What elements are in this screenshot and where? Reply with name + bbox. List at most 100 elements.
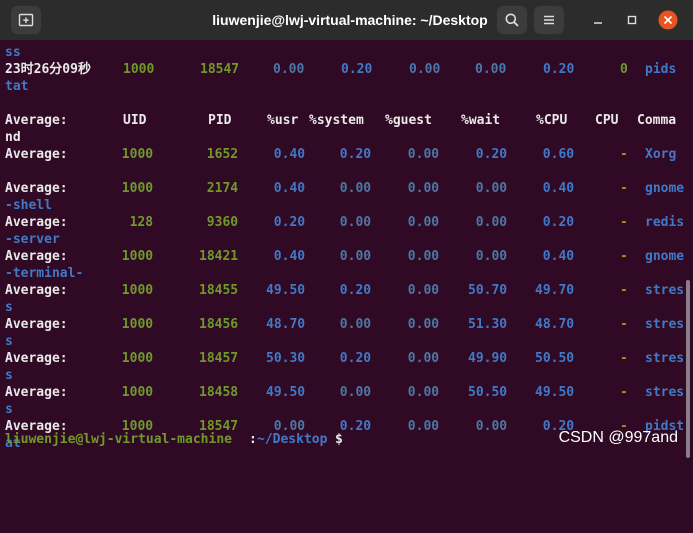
minimize-icon [592, 14, 604, 26]
wait-cell: 0.00 [476, 214, 507, 231]
label-cell: Average: [5, 214, 68, 231]
header-guest: %guest [385, 112, 432, 129]
maximize-icon [626, 14, 638, 26]
guest-cell: 0.00 [408, 418, 439, 435]
system-cell: 0.00 [340, 316, 371, 333]
wait-cell: 0.00 [476, 418, 507, 435]
pid-cell: 18455 [199, 282, 238, 299]
wait-cell: 50.70 [468, 282, 507, 299]
system-cell: 0.20 [340, 146, 371, 163]
wait-cell: 49.90 [468, 350, 507, 367]
guest-cell: 0.00 [409, 61, 440, 78]
search-button[interactable] [497, 6, 527, 34]
new-tab-button[interactable] [11, 6, 41, 34]
wait-cell: 0.00 [475, 61, 506, 78]
usr-cell: 48.70 [266, 316, 305, 333]
uid-cell: 1000 [122, 350, 153, 367]
cpupct-cell: 50.50 [535, 350, 574, 367]
pid-cell: 18421 [199, 248, 238, 265]
close-button[interactable] [656, 8, 680, 32]
cpu-cell: - [620, 146, 628, 163]
wait-cell: 0.00 [476, 248, 507, 265]
command-continuation-text: -shell [5, 197, 52, 214]
wrapped-text: tat [5, 78, 28, 95]
table-row: Average:10001845750.300.200.0049.9050.50… [5, 350, 693, 367]
uid-cell: 1000 [122, 282, 153, 299]
terminal-area[interactable]: ss 23时26分09秒 1000 18547 0.00 0.20 0.00 0… [0, 40, 693, 455]
wait-cell: 51.30 [468, 316, 507, 333]
command-continuation-text: s [5, 299, 13, 316]
label-cell: Average: [5, 316, 68, 333]
new-tab-icon [18, 12, 34, 28]
cpu-cell: - [620, 180, 628, 197]
label-cell: Average: [5, 180, 68, 197]
table-row: Average:10001845849.500.000.0050.5049.50… [5, 384, 693, 401]
table-row: Average:100021740.400.000.000.000.40-gno… [5, 180, 693, 197]
maximize-button[interactable] [620, 8, 644, 32]
prompt-symbol: $ [335, 431, 343, 448]
cpupct-cell: 0.40 [543, 180, 574, 197]
command-continuation-text: s [5, 367, 13, 384]
header-wait: %wait [461, 112, 500, 129]
guest-cell: 0.00 [408, 180, 439, 197]
prompt-separator: : [249, 431, 257, 448]
hamburger-icon [541, 12, 557, 28]
cpupct-cell: 49.70 [535, 282, 574, 299]
guest-cell: 0.00 [408, 248, 439, 265]
command-prompt[interactable]: liuwenjie@lwj-virtual-machine : ~/Deskto… [5, 431, 36, 448]
cpupct-cell: 48.70 [535, 316, 574, 333]
pid-cell: 9360 [207, 214, 238, 231]
uid-cell: 1000 [122, 248, 153, 265]
usr-cell: 0.20 [274, 214, 305, 231]
header-command: Comma [637, 112, 676, 129]
command-continuation-text: -server [5, 231, 60, 248]
wrapped-text: ss [5, 44, 21, 61]
usr-cell: 0.40 [274, 180, 305, 197]
usr-cell: 0.40 [274, 248, 305, 265]
uid-cell: 128 [130, 214, 153, 231]
prompt-user-host: liuwenjie@lwj-virtual-machine [5, 431, 232, 448]
guest-cell: 0.00 [408, 146, 439, 163]
system-cell: 0.00 [340, 214, 371, 231]
table-row: Average:10001845648.700.000.0051.3048.70… [5, 316, 693, 333]
usr-cell: 49.50 [266, 282, 305, 299]
scrollbar[interactable] [686, 280, 690, 458]
command-continuation-text: s [5, 333, 13, 350]
header-cpupct: %CPU [536, 112, 567, 129]
header-label: Average: [5, 112, 68, 129]
cmd-cell: stres [645, 316, 684, 333]
system-cell: 0.20 [340, 418, 371, 435]
label-cell: Average: [5, 248, 68, 265]
header-cpu: CPU [595, 112, 618, 129]
cmd-cell: Xorg [645, 146, 676, 163]
cpupct-cell: 0.20 [543, 61, 574, 78]
cpu-cell: - [620, 214, 628, 231]
uid-cell: 1000 [122, 180, 153, 197]
header-system: %system [309, 112, 364, 129]
system-cell: 0.00 [340, 180, 371, 197]
label-cell: Average: [5, 146, 68, 163]
uid-cell: 1000 [122, 146, 153, 163]
usr-cell: 0.00 [273, 61, 304, 78]
terminal-line: tat [5, 78, 36, 95]
cpu-cell: - [620, 248, 628, 265]
label-cell: Average: [5, 282, 68, 299]
cmd-cell: stres [645, 384, 684, 401]
cpu-cell: - [620, 282, 628, 299]
label-cell: Average: [5, 350, 68, 367]
terminal-line: ss [5, 44, 36, 61]
terminal-line: 23时26分09秒 1000 18547 0.00 0.20 0.00 0.00… [5, 61, 693, 78]
guest-cell: 0.00 [408, 350, 439, 367]
wait-cell: 0.00 [476, 180, 507, 197]
uid-cell: 1000 [123, 61, 154, 78]
menu-button[interactable] [534, 6, 564, 34]
minimize-button[interactable] [586, 8, 610, 32]
table-row: Average:1000184210.400.000.000.000.40-gn… [5, 248, 693, 265]
wait-cell: 50.50 [468, 384, 507, 401]
watermark: CSDN @997and [559, 429, 678, 447]
guest-cell: 0.00 [408, 384, 439, 401]
table-header: Average: UID PID %usr %system %guest %wa… [5, 112, 693, 129]
prompt-path: ~/Desktop [257, 431, 327, 448]
pid-cell: 2174 [207, 180, 238, 197]
cmd-cell: gnome [645, 248, 684, 265]
